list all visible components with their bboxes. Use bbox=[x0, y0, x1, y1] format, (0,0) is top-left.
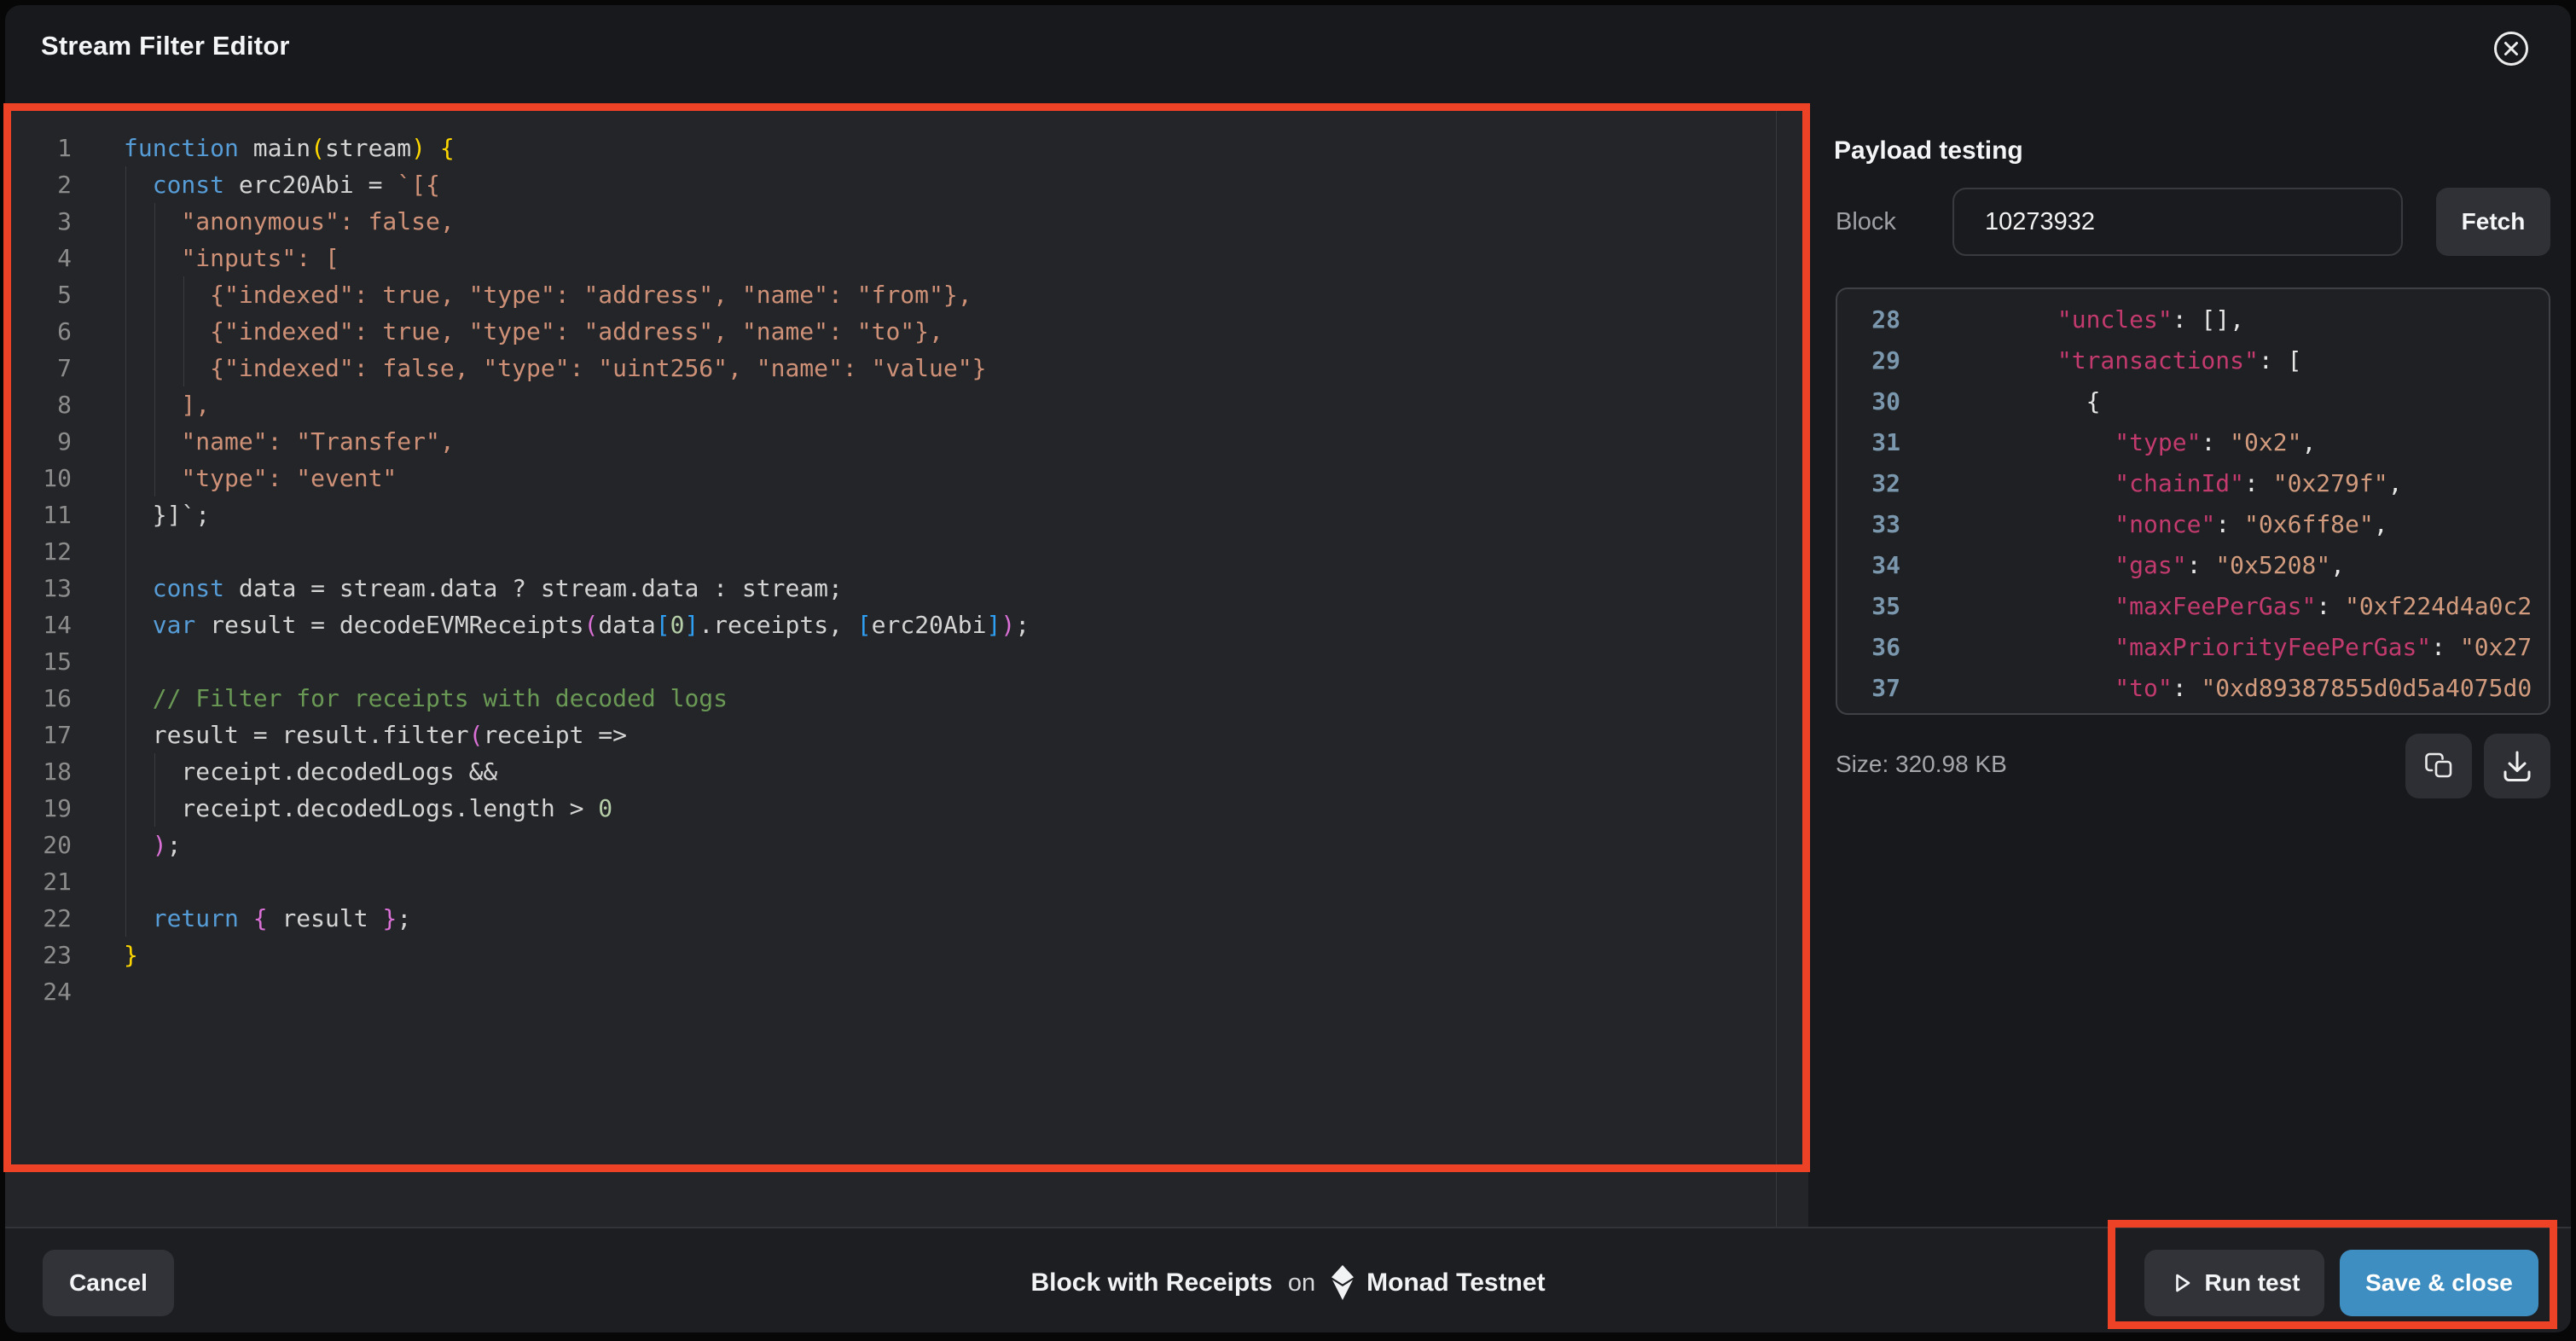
code-line: 34 "gas": "0x5208", bbox=[1837, 545, 2549, 586]
code-line: 20 ); bbox=[5, 827, 1776, 863]
code-line: 6 {"indexed": true, "type": "address", "… bbox=[5, 313, 1776, 350]
code-line: 17 result = result.filter(receipt => bbox=[5, 717, 1776, 753]
code-line: 32 "chainId": "0x279f", bbox=[1837, 463, 2549, 504]
block-number-input[interactable] bbox=[1952, 188, 2403, 256]
code-line: 2 const erc20Abi = `[{ bbox=[5, 166, 1776, 203]
code-line: 37 "to": "0xd89387855d0d5a4075d0 bbox=[1837, 668, 2549, 709]
code-line: 21 bbox=[5, 863, 1776, 900]
run-test-button[interactable]: Run test bbox=[2144, 1250, 2324, 1316]
save-and-close-button[interactable]: Save & close bbox=[2340, 1250, 2538, 1316]
code-line: 19 receipt.decodedLogs.length > 0 bbox=[5, 790, 1776, 827]
code-line: 22 return { result }; bbox=[5, 900, 1776, 937]
code-line: 10 "type": "event" bbox=[5, 460, 1776, 496]
page-title: Stream Filter Editor bbox=[41, 31, 290, 61]
code-line: 23} bbox=[5, 937, 1776, 973]
code-line: 12 bbox=[5, 533, 1776, 570]
code-line: 38 "value": "0x53fe232715440000 bbox=[1837, 709, 2549, 715]
code-editor[interactable]: 1function main(stream) {2 const erc20Abi… bbox=[5, 130, 1776, 1010]
run-test-label: Run test bbox=[2205, 1269, 2300, 1297]
fetch-button[interactable]: Fetch bbox=[2436, 188, 2550, 256]
cancel-button[interactable]: Cancel bbox=[43, 1250, 174, 1316]
code-line: 13 const data = stream.data ? stream.dat… bbox=[5, 570, 1776, 607]
block-label: Block bbox=[1836, 208, 1896, 236]
indent-guide bbox=[125, 166, 126, 937]
play-icon bbox=[2169, 1270, 2195, 1296]
download-icon bbox=[2484, 734, 2550, 798]
code-line: 11 }]`; bbox=[5, 496, 1776, 533]
code-line: 24 bbox=[5, 973, 1776, 1010]
code-line: 30 { bbox=[1837, 381, 2549, 422]
code-line: 35 "maxFeePerGas": "0xf224d4a0c2 bbox=[1837, 586, 2549, 627]
code-line: 5 {"indexed": true, "type": "address", "… bbox=[5, 276, 1776, 313]
code-line: 15 bbox=[5, 643, 1776, 680]
code-line: 31 "type": "0x2", bbox=[1837, 422, 2549, 463]
code-line: 16 // Filter for receipts with decoded l… bbox=[5, 680, 1776, 717]
payload-json-code: 28 "uncles": [],29 "transactions": [30 {… bbox=[1837, 299, 2549, 715]
indent-guide bbox=[154, 203, 155, 496]
code-line: 4 "inputs": [ bbox=[5, 240, 1776, 276]
code-line: 7 {"indexed": false, "type": "uint256", … bbox=[5, 350, 1776, 386]
code-line: 28 "uncles": [], bbox=[1837, 299, 2549, 340]
code-line: 1function main(stream) { bbox=[5, 130, 1776, 166]
code-line: 14 var result = decodeEVMReceipts(data[0… bbox=[5, 607, 1776, 643]
payload-testing-heading: Payload testing bbox=[1834, 136, 2023, 165]
copy-icon bbox=[2405, 734, 2472, 798]
code-line: 18 receipt.decodedLogs && bbox=[5, 753, 1776, 790]
payload-size-text: Size: 320.98 KB bbox=[1836, 751, 2007, 778]
download-payload-button[interactable] bbox=[2484, 734, 2550, 798]
code-line: 33 "nonce": "0x6ff8e", bbox=[1837, 504, 2549, 545]
code-line: 8 ], bbox=[5, 386, 1776, 423]
copy-payload-button[interactable] bbox=[2405, 734, 2472, 798]
close-button[interactable] bbox=[2486, 24, 2537, 75]
code-line: 36 "maxPriorityFeePerGas": "0x27 bbox=[1837, 627, 2549, 668]
payload-json-viewer[interactable]: 28 "uncles": [],29 "transactions": [30 {… bbox=[1836, 287, 2550, 715]
close-icon bbox=[2486, 24, 2537, 75]
code-line: 29 "transactions": [ bbox=[1837, 340, 2549, 381]
code-line: 3 "anonymous": false, bbox=[5, 203, 1776, 240]
stream-filter-editor-dialog: Stream Filter Editor 1function main(stre… bbox=[0, 0, 2576, 1341]
editor-scrollbar-track[interactable] bbox=[1776, 104, 1777, 1227]
code-line: 9 "name": "Transfer", bbox=[5, 423, 1776, 460]
indent-guide bbox=[154, 753, 155, 827]
indent-guide bbox=[183, 276, 184, 386]
